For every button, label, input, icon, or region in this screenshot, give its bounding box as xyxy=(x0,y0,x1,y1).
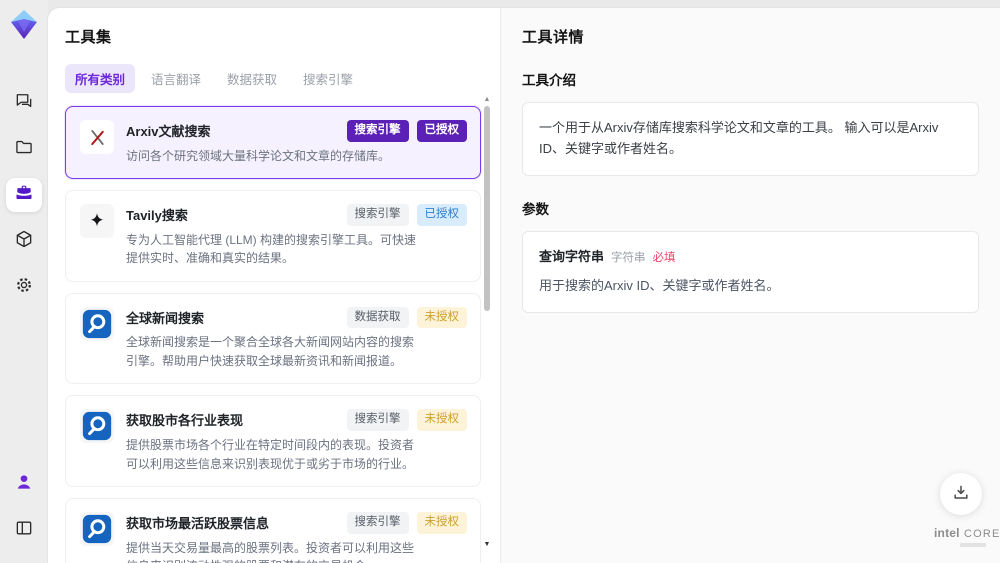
parameter-card: 查询字符串 字符串 必填 用于搜索的Arxiv ID、关键字或作者姓名。 xyxy=(522,230,979,314)
tool-card-body: 获取市场最活跃股票信息 搜索引擎 未授权 提供当天交易量最高的股票列表。投资者可… xyxy=(126,512,467,563)
params-heading: 参数 xyxy=(522,201,549,217)
param-type: 字符串 xyxy=(611,251,646,264)
sidebar xyxy=(0,0,48,563)
tool-tags: 搜索引擎 已授权 xyxy=(346,120,467,142)
tool-icon xyxy=(80,409,114,444)
sidebar-item-files[interactable] xyxy=(6,132,42,166)
sidebar-item-chat[interactable] xyxy=(6,86,42,120)
details-title: 工具详情 xyxy=(522,29,585,46)
tool-list-panel: 工具集 所有类别 语言翻译 数据获取 搜索引擎 Arxiv文献搜索 搜索引擎 已… xyxy=(48,8,500,563)
param-required-badge: 必填 xyxy=(652,251,676,264)
tool-name: Arxiv文献搜索 xyxy=(126,124,211,139)
intro-heading: 工具介绍 xyxy=(522,73,576,88)
tool-tags: 搜索引擎 已授权 xyxy=(346,204,467,226)
tool-card-body: Arxiv文献搜索 搜索引擎 已授权 访问各个研究领域大量科学论文和文章的存储库… xyxy=(126,120,467,165)
tab-search-engine[interactable]: 搜索引擎 xyxy=(293,64,363,93)
main-content: 工具集 所有类别 语言翻译 数据获取 搜索引擎 Arxiv文献搜索 搜索引擎 已… xyxy=(48,8,1000,563)
category-tag: 搜索引擎 xyxy=(346,512,409,534)
tool-card[interactable]: 获取市场最活跃股票信息 搜索引擎 未授权 提供当天交易量最高的股票列表。投资者可… xyxy=(65,498,481,563)
tool-tags: 搜索引擎 未授权 xyxy=(346,512,467,534)
tool-tags: 数据获取 未授权 xyxy=(346,306,467,329)
panel-toggle-icon xyxy=(14,518,34,543)
app-logo-icon xyxy=(7,8,41,42)
cube-icon xyxy=(14,229,34,254)
tool-card-list: Arxiv文献搜索 搜索引擎 已授权 访问各个研究领域大量科学论文和文章的存储库… xyxy=(65,106,481,563)
tool-name: 获取市场最活跃股票信息 xyxy=(126,516,270,532)
page-title: 工具集 xyxy=(65,29,112,46)
scroll-up-icon[interactable]: ▲ xyxy=(483,96,491,104)
sidebar-item-account[interactable] xyxy=(6,467,42,501)
tool-card[interactable]: 获取股市各行业表现 搜索引擎 未授权 提供股票市场各个行业在特定时间段内的表现。… xyxy=(65,395,481,488)
tool-description: 提供当天交易量最高的股票列表。投资者可以利用这些信息来识别流动性强的股票和潜在的… xyxy=(126,540,415,563)
tool-card[interactable]: 全球新闻搜索 数据获取 未授权 全球新闻搜索是一个聚合全球各大新闻网站内容的搜索… xyxy=(65,292,481,385)
list-scrollbar[interactable]: ▲ ▼ xyxy=(483,96,491,549)
toolbox-icon xyxy=(14,183,34,208)
tool-details-panel: 工具详情 工具介绍 一个用于从Arxiv存储库搜索科学论文和文章的工具。 输入可… xyxy=(500,8,1000,563)
tab-all-categories[interactable]: 所有类别 xyxy=(65,64,136,93)
tool-icon xyxy=(80,306,114,341)
tool-intro-text: 一个用于从Arxiv存储库搜索科学论文和文章的工具。 输入可以是Arxiv ID… xyxy=(522,102,979,176)
category-tag: 搜索引擎 xyxy=(346,409,409,431)
tool-card-body: 获取股市各行业表现 搜索引擎 未授权 提供股票市场各个行业在特定时间段内的表现。… xyxy=(126,409,467,473)
tool-description: 提供股票市场各个行业在特定时间段内的表现。投资者可以利用这些信息来识别表现优于或… xyxy=(126,437,415,471)
sidebar-item-settings[interactable] xyxy=(6,270,42,304)
tool-description: 全球新闻搜索是一个聚合全球各大新闻网站内容的搜索引擎。帮助用户快速获取全球最新资… xyxy=(126,335,415,368)
scroll-down-icon[interactable]: ▼ xyxy=(483,541,491,549)
download-button[interactable] xyxy=(940,473,982,515)
sidebar-item-collapse[interactable] xyxy=(6,513,42,547)
sidebar-item-packages[interactable] xyxy=(6,224,42,258)
auth-badge: 未授权 xyxy=(416,512,467,534)
category-tag: 搜索引擎 xyxy=(346,204,409,226)
tool-icon xyxy=(80,512,114,547)
scrollbar-thumb[interactable] xyxy=(484,106,490,311)
sidebar-item-tools[interactable] xyxy=(6,178,42,212)
user-icon xyxy=(14,472,34,497)
category-tag: 搜索引擎 xyxy=(346,120,409,142)
chat-icon xyxy=(14,91,34,116)
tool-tags: 搜索引擎 未授权 xyxy=(346,409,467,431)
category-tabs: 所有类别 语言翻译 数据获取 搜索引擎 xyxy=(65,64,500,93)
tab-data-acquisition[interactable]: 数据获取 xyxy=(217,64,287,93)
tab-language-translation[interactable]: 语言翻译 xyxy=(141,64,211,93)
folder-icon xyxy=(14,137,34,162)
auth-badge: 已授权 xyxy=(416,204,467,226)
gear-icon xyxy=(14,275,34,300)
tool-icon xyxy=(80,120,114,154)
download-icon xyxy=(951,483,971,506)
tool-name: Tavily搜索 xyxy=(126,208,188,224)
tool-description: 专为人工智能代理 (LLM) 构建的搜索引擎工具。可快速提供实时、准确和真实的结… xyxy=(126,232,417,266)
auth-badge: 未授权 xyxy=(416,306,467,329)
category-tag: 数据获取 xyxy=(346,306,409,329)
tool-card-body: Tavily搜索 搜索引擎 已授权 专为人工智能代理 (LLM) 构建的搜索引擎… xyxy=(126,204,467,268)
tool-card-body: 全球新闻搜索 数据获取 未授权 全球新闻搜索是一个聚合全球各大新闻网站内容的搜索… xyxy=(126,306,467,371)
tool-icon xyxy=(80,204,114,239)
param-name: 查询字符串 xyxy=(539,248,605,264)
param-description: 用于搜索的Arxiv ID、关键字或作者姓名。 xyxy=(539,278,780,294)
auth-badge: 已授权 xyxy=(416,120,467,142)
tool-name: 全球新闻搜索 xyxy=(126,310,205,326)
intel-core-logo: intel CORE xyxy=(934,526,999,547)
tool-card[interactable]: Tavily搜索 搜索引擎 已授权 专为人工智能代理 (LLM) 构建的搜索引擎… xyxy=(65,190,481,282)
auth-badge: 未授权 xyxy=(416,409,467,431)
tool-card[interactable]: Arxiv文献搜索 搜索引擎 已授权 访问各个研究领域大量科学论文和文章的存储库… xyxy=(65,106,481,180)
app-window: 工具集 所有类别 语言翻译 数据获取 搜索引擎 Arxiv文献搜索 搜索引擎 已… xyxy=(0,0,1000,563)
tool-name: 获取股市各行业表现 xyxy=(126,413,244,429)
tool-description: 访问各个研究领域大量科学论文和文章的存储库。 xyxy=(126,148,391,163)
